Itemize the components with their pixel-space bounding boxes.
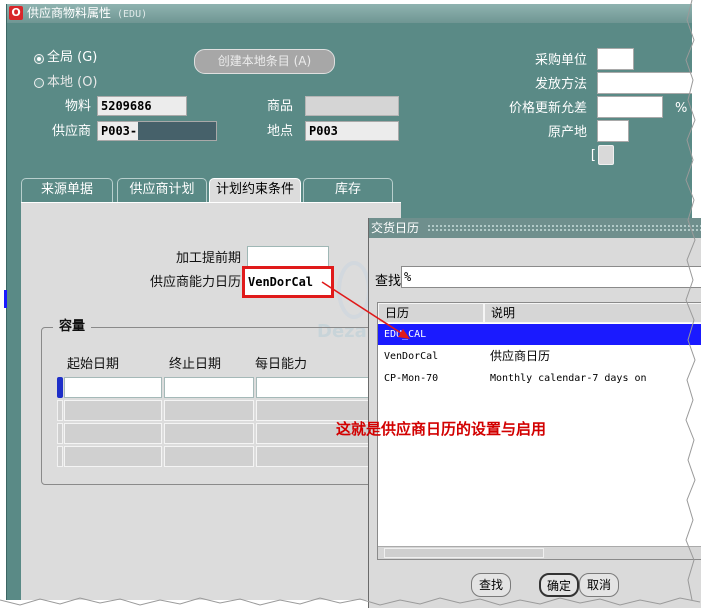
torn-edge-bottom (0, 597, 701, 606)
annotation-arrow (321, 281, 410, 339)
annotation-note: 这就是供应商日历的设置与启用 (336, 420, 547, 438)
torn-edge-right (685, 0, 696, 601)
